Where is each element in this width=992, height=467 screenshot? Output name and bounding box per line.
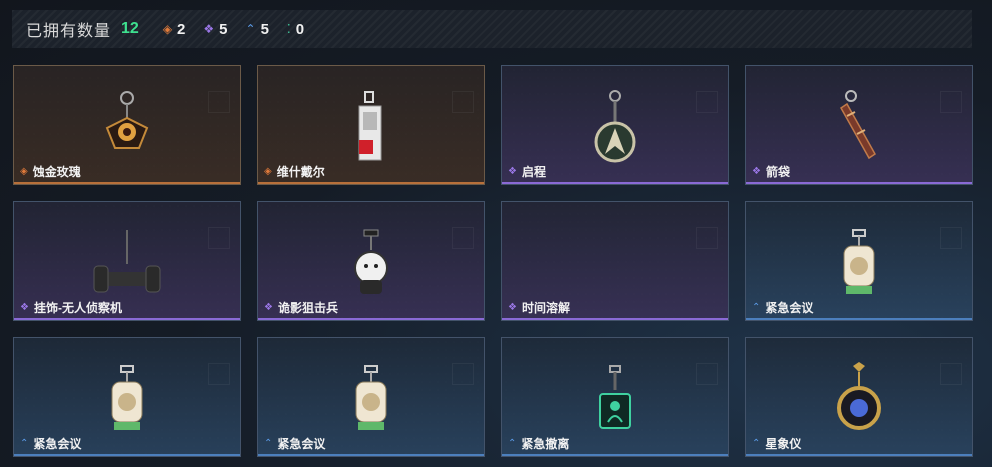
- charm-footer: ◈ 蚀金玫瑰: [14, 160, 240, 184]
- orange-diamond-icon: ◈: [20, 165, 28, 177]
- charm-footer: ⌃ 紧急会议: [258, 432, 484, 456]
- emergency-meeting-charm-icon: [355, 365, 387, 430]
- blue-chevron-icon: ⌃: [752, 437, 761, 449]
- charm-card[interactable]: ◈ 蚀金玫瑰: [13, 65, 241, 185]
- charm-name: 蚀金玫瑰: [32, 164, 81, 179]
- purple-diamond-icon: ❖: [264, 301, 273, 313]
- blue-chevron-icon: ⌃: [20, 437, 29, 449]
- charm-name: 紧急撤离: [521, 436, 570, 451]
- purple-diamond-icon: ❖: [752, 165, 761, 177]
- sniper-doll-charm-icon: [354, 229, 388, 294]
- stat-orange: ◈ 2: [163, 21, 186, 38]
- emergency-meeting-charm-icon: [843, 229, 875, 294]
- purple-diamond-icon: ❖: [508, 301, 517, 313]
- owned-count: 12: [121, 20, 139, 37]
- charm-name: 箭袋: [765, 164, 790, 179]
- stat-blue-value: 5: [260, 20, 269, 38]
- charm-name: 时间溶解: [521, 300, 570, 315]
- charm-name: 维什戴尔: [276, 164, 325, 179]
- charm-card[interactable]: ⌃ 紧急会议: [13, 337, 241, 457]
- charm-card[interactable]: ❖ 挂饰-无人侦察机: [13, 201, 241, 321]
- charm-card[interactable]: ❖ 箭袋: [745, 65, 973, 185]
- wisadel-tag-charm-icon: [358, 91, 382, 161]
- stat-blue: ⌃ 5: [246, 21, 269, 38]
- charm-card[interactable]: ⌃ 星象仪: [745, 337, 973, 457]
- charm-footer: ⌃ 紧急会议: [746, 296, 972, 320]
- owned-label: 已拥有数量: [26, 23, 112, 40]
- blue-chevron-icon: ⌃: [245, 22, 256, 36]
- charm-footer: ◈ 维什戴尔: [258, 160, 484, 184]
- drone-charm-icon: [93, 230, 161, 293]
- charm-card[interactable]: ❖ 时间溶解: [501, 201, 729, 321]
- orange-diamond-icon: ◈: [264, 165, 272, 177]
- gold-rose-charm-icon: [105, 91, 149, 149]
- charm-name: 启程: [521, 164, 546, 179]
- charm-card[interactable]: ⌃ 紧急会议: [745, 201, 973, 321]
- charm-card[interactable]: ❖ 诡影狙击兵: [257, 201, 485, 321]
- orange-diamond-icon: ◈: [162, 22, 173, 36]
- compass-medal-charm-icon: [594, 90, 636, 163]
- charm-name: 挂饰-无人侦察机: [33, 300, 122, 315]
- charm-name: 星象仪: [765, 436, 802, 451]
- charm-card[interactable]: ⌃ 紧急撤离: [501, 337, 729, 457]
- quiver-charm-icon: [840, 90, 876, 160]
- blue-chevron-icon: ⌃: [752, 301, 761, 313]
- charm-footer: ❖ 挂饰-无人侦察机: [14, 296, 240, 320]
- charm-name: 诡影狙击兵: [277, 300, 338, 315]
- owned-count-bar: 已拥有数量 12 ◈ 2 ❖ 5 ⌃ 5 ⁚ 0: [12, 10, 972, 48]
- charm-name: 紧急会议: [277, 436, 326, 451]
- charm-footer: ⌃ 星象仪: [746, 432, 972, 456]
- charm-name: 紧急会议: [765, 300, 814, 315]
- purple-diamond-icon: ❖: [508, 165, 517, 177]
- blue-chevron-icon: ⌃: [264, 437, 273, 449]
- charm-footer: ❖ 启程: [502, 160, 728, 184]
- charm-footer: ❖ 时间溶解: [502, 296, 728, 320]
- charm-footer: ❖ 诡影狙击兵: [258, 296, 484, 320]
- charm-footer: ⌃ 紧急撤离: [502, 432, 728, 456]
- purple-diamond-icon: ❖: [203, 22, 215, 36]
- charm-footer: ❖ 箭袋: [746, 160, 972, 184]
- stat-purple: ❖ 5: [203, 21, 227, 38]
- astrolabe-charm-icon: [837, 362, 881, 430]
- stat-purple-value: 5: [219, 20, 228, 38]
- blue-chevron-icon: ⌃: [508, 437, 517, 449]
- charm-card[interactable]: ◈ 维什戴尔: [257, 65, 485, 185]
- stat-orange-value: 2: [177, 20, 186, 38]
- charm-card[interactable]: ⌃ 紧急会议: [257, 337, 485, 457]
- purple-diamond-icon: ❖: [20, 301, 29, 313]
- stat-green-value: 0: [295, 20, 305, 38]
- emergency-meeting-charm-icon: [111, 365, 143, 430]
- stat-green: ⁚ 0: [287, 21, 304, 38]
- charm-name: 紧急会议: [33, 436, 82, 451]
- charm-footer: ⌃ 紧急会议: [14, 432, 240, 456]
- evacuation-charm-icon: [599, 365, 631, 429]
- green-dots-icon: ⁚: [286, 22, 291, 36]
- charm-card[interactable]: ❖ 启程: [501, 65, 729, 185]
